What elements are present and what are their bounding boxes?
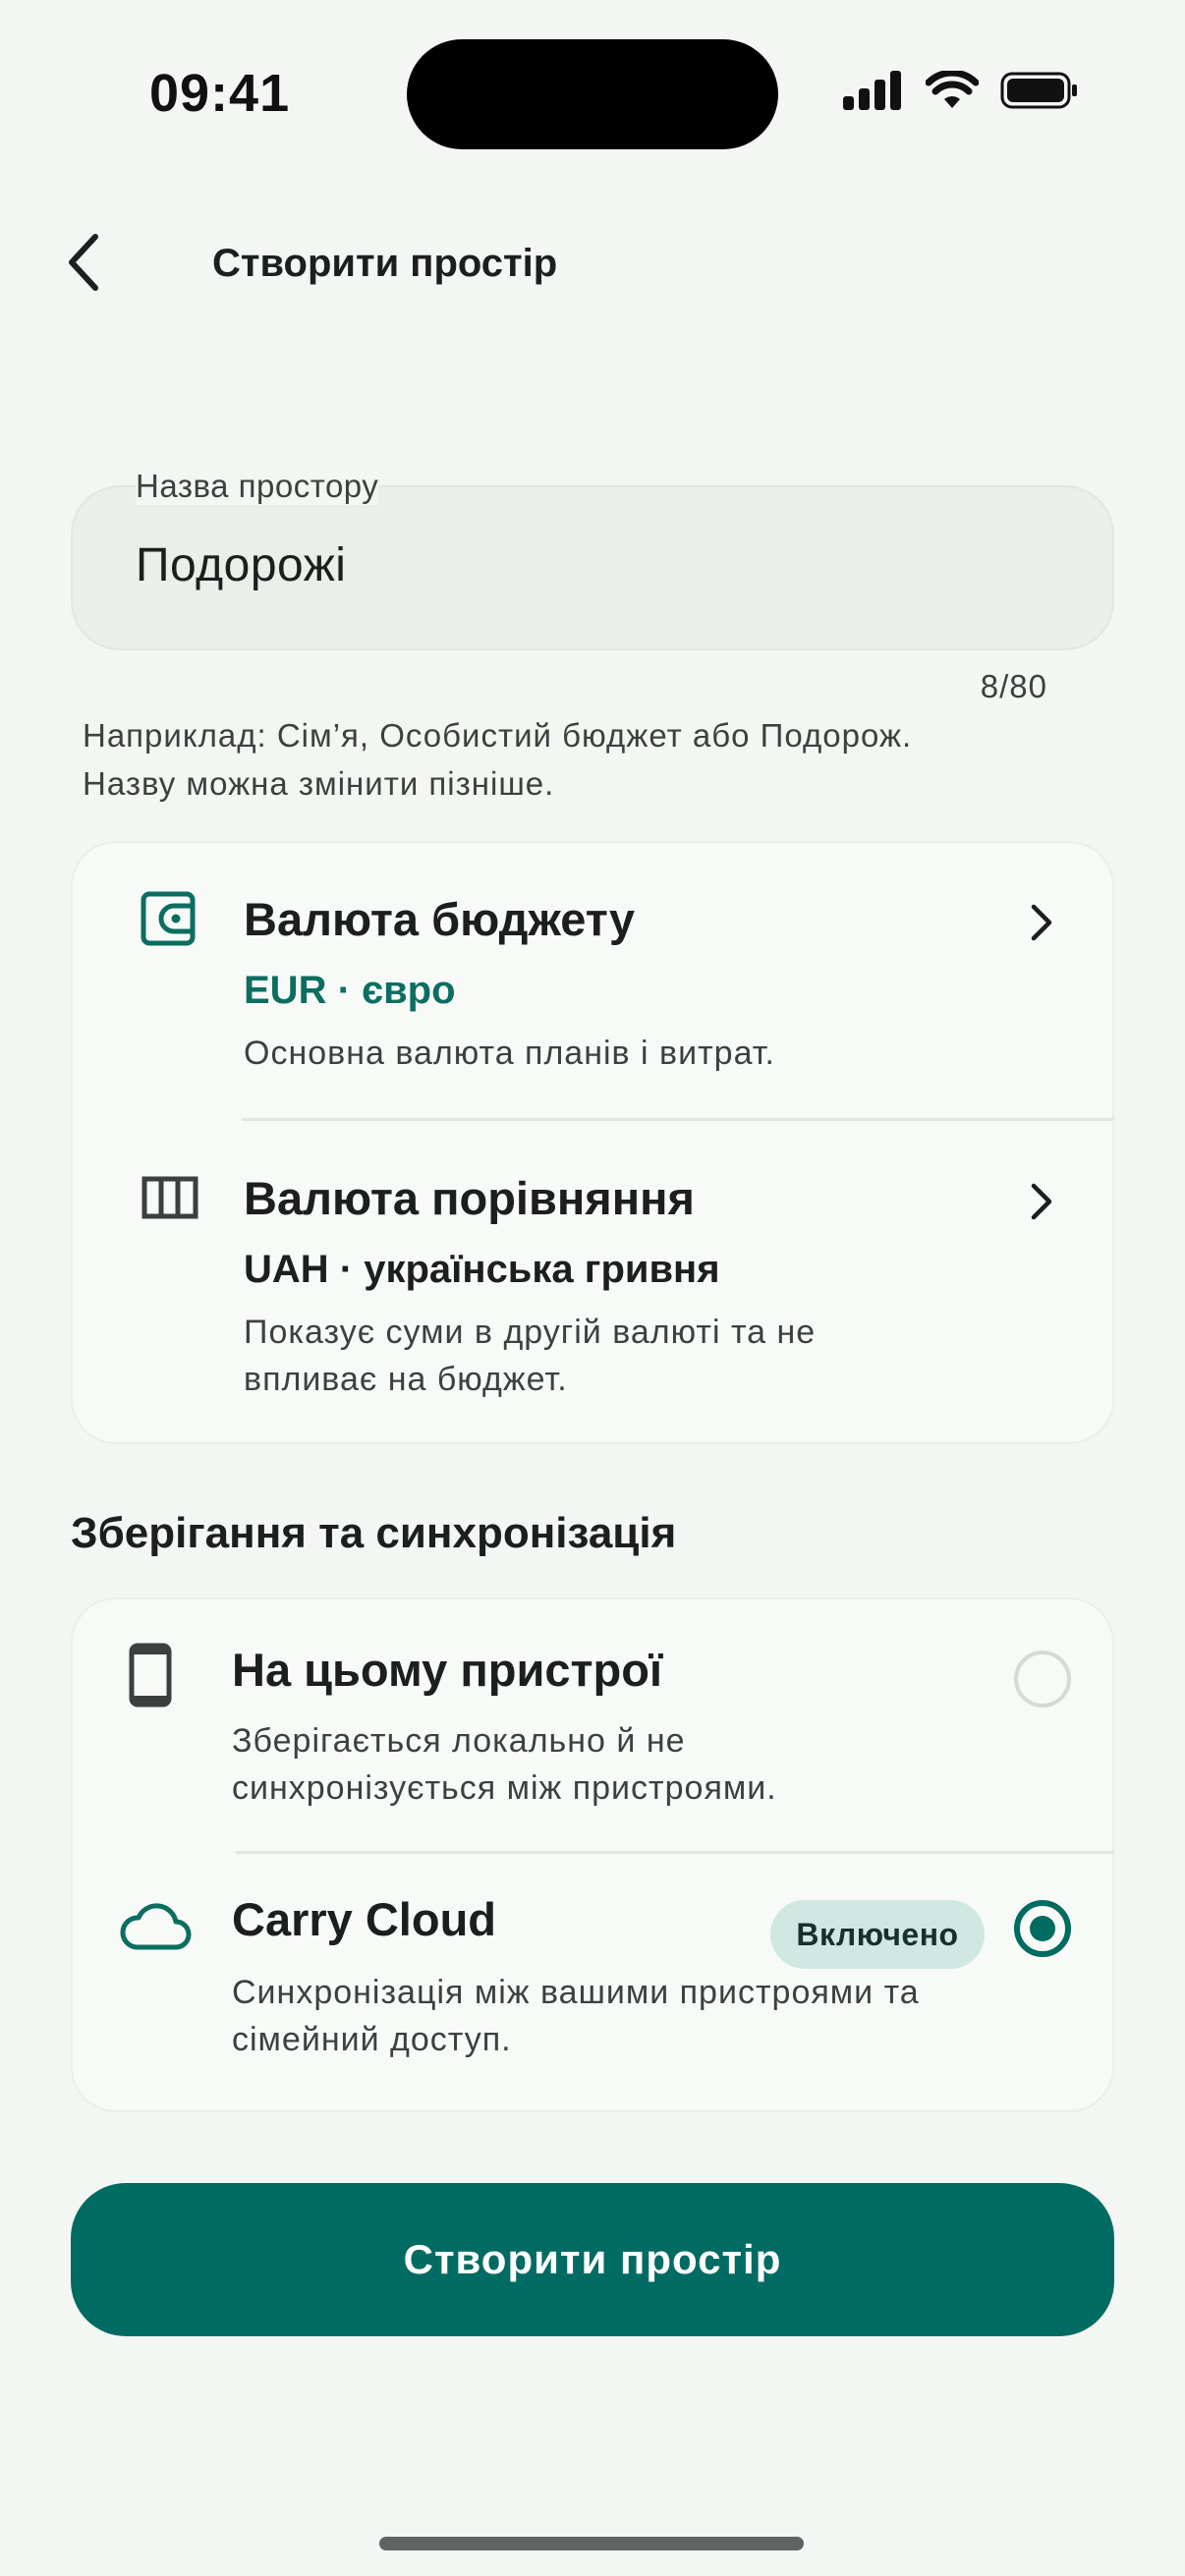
- name-hint-line-1: Наприклад: Сім’я, Особистий бюджет або П…: [83, 717, 913, 754]
- home-indicator: [379, 2537, 804, 2550]
- budget-currency-desc: Основна валюта планів і витрат.: [244, 1035, 775, 1072]
- comparison-desc-line-2: впливає на бюджет.: [244, 1361, 568, 1398]
- comparison-currency-title: Валюта порівняння: [244, 1172, 695, 1224]
- create-space-button[interactable]: Створити простір: [71, 2183, 1114, 2336]
- storage-option-cloud[interactable]: Carry Cloud Синхронізація між вашими при…: [73, 1855, 1116, 2112]
- name-hint: Наприклад: Сім’я, Особистий бюджет або П…: [83, 711, 1124, 808]
- cellular-signal-icon: [843, 71, 901, 110]
- storage-cloud-desc: Синхронізація між вашими пристроями та с…: [232, 1969, 920, 2063]
- chevron-right-icon: [1022, 898, 1061, 947]
- local-desc-line-2: синхронізується між пристроями.: [232, 1769, 777, 1807]
- comparison-currency-desc: Показує суми в другій валюті та не вплив…: [244, 1309, 816, 1403]
- phone-icon: [126, 1643, 175, 1708]
- storage-section-title: Зберігання та синхронізація: [71, 1509, 677, 1557]
- battery-icon: [1000, 72, 1077, 109]
- cloud-desc-line-1: Синхронізація між вашими пристроями та: [232, 1974, 920, 2011]
- wifi-icon: [926, 71, 979, 108]
- currency-divider: [242, 1118, 1114, 1121]
- page-title: Створити простір: [212, 242, 558, 285]
- chevron-right-icon: [1022, 1177, 1061, 1226]
- cloud-enabled-badge: Включено: [770, 1900, 985, 1969]
- storage-cloud-radio[interactable]: [1014, 1900, 1071, 1957]
- comparison-currency-row[interactable]: Валюта порівняння UAH · українська гривн…: [73, 1122, 1116, 1442]
- comparison-currency-value: UAH · українська гривня: [244, 1248, 720, 1291]
- dynamic-island: [407, 39, 778, 149]
- budget-currency-value: EUR · євро: [244, 969, 456, 1012]
- local-desc-line-1: Зберігається локально й не: [232, 1722, 686, 1760]
- back-button[interactable]: [49, 218, 118, 307]
- storage-local-desc: Зберігається локально й не синхронізуєть…: [232, 1717, 777, 1812]
- storage-divider: [236, 1851, 1114, 1854]
- columns-icon: [140, 1173, 200, 1222]
- status-icons: [843, 71, 1079, 110]
- comparison-desc-line-1: Показує суми в другій валюті та не: [244, 1314, 817, 1351]
- character-counter: 8/80: [980, 668, 1047, 704]
- cloud-icon: [118, 1898, 193, 1953]
- currency-card: Валюта бюджету EUR · євро Основна валюта…: [71, 841, 1114, 1444]
- wallet-icon: [140, 888, 200, 949]
- storage-card: На цьому пристрої Зберігається локально …: [71, 1597, 1114, 2112]
- storage-local-radio[interactable]: [1014, 1651, 1071, 1708]
- storage-option-local[interactable]: На цьому пристрої Зберігається локально …: [73, 1599, 1116, 1853]
- space-name-label: Назва простору: [136, 468, 379, 505]
- status-time: 09:41: [149, 64, 291, 123]
- budget-currency-title: Валюта бюджету: [244, 893, 636, 945]
- space-name-value[interactable]: Подорожі: [136, 538, 346, 592]
- cloud-desc-line-2: сімейний доступ.: [232, 2021, 512, 2058]
- storage-cloud-title: Carry Cloud: [232, 1893, 496, 1945]
- chevron-left-icon: [69, 234, 98, 291]
- budget-currency-row[interactable]: Валюта бюджету EUR · євро Основна валюта…: [73, 843, 1116, 1120]
- name-hint-line-2: Назву можна змінити пізніше.: [83, 765, 555, 802]
- storage-local-title: На цьому пристрої: [232, 1644, 663, 1696]
